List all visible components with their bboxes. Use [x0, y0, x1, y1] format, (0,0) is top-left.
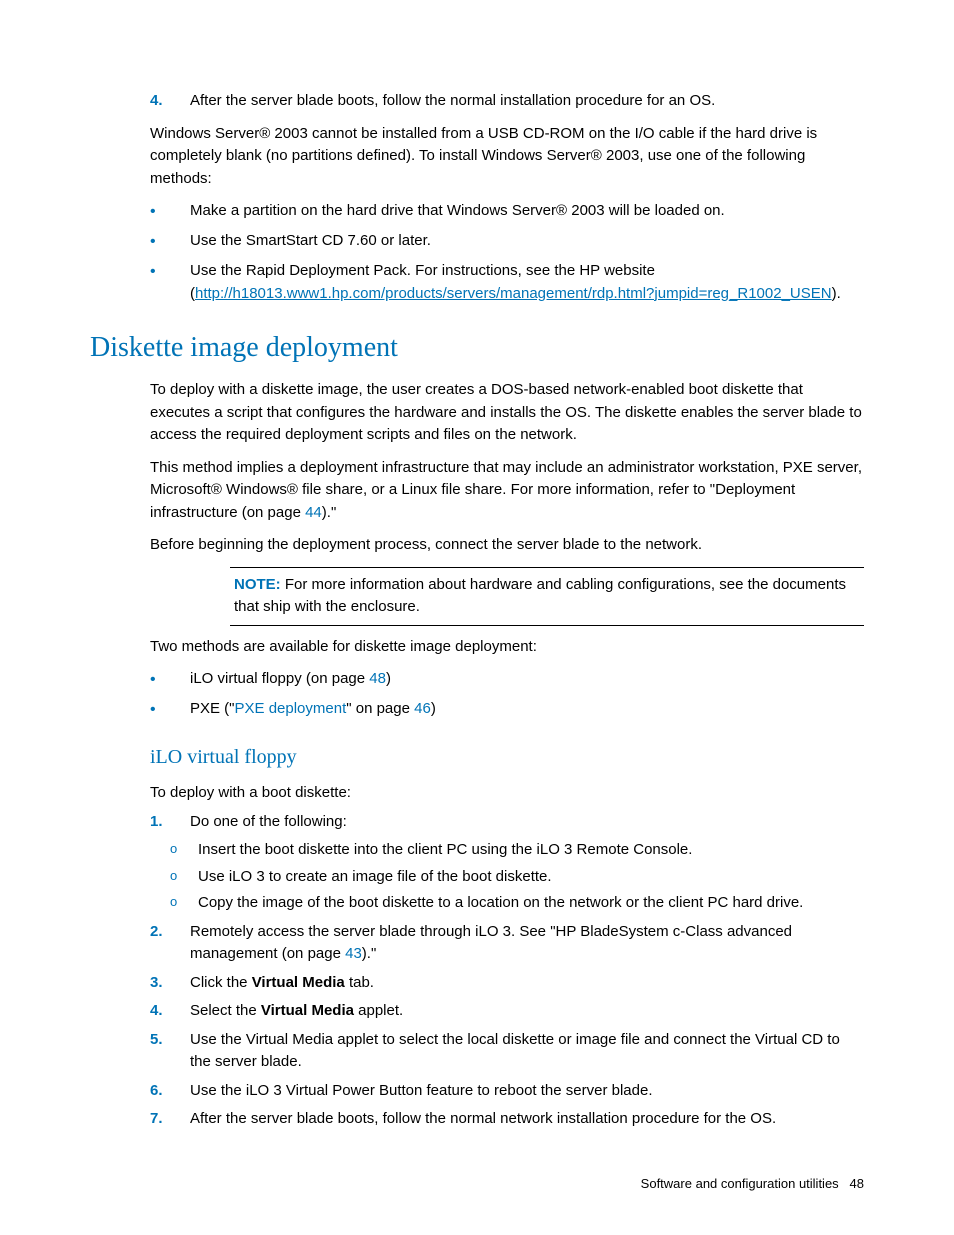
step-6: 6. Use the iLO 3 Virtual Power Button fe… [150, 1080, 864, 1103]
note-box: NOTE: For more information about hardwar… [230, 567, 864, 626]
step-number: 5. [150, 1029, 190, 1074]
step-3: 3. Click the Virtual Media tab. [150, 972, 864, 995]
bullet-icon: • [150, 200, 190, 224]
bullet-text: Use the Rapid Deployment Pack. For instr… [190, 260, 864, 305]
pxe-deployment-link[interactable]: PXE deployment [235, 700, 347, 717]
text-pre: PXE (" [190, 700, 235, 717]
step-text: Click the Virtual Media tab. [190, 972, 864, 995]
text-end: ) [431, 700, 436, 717]
heading-diskette-deployment: Diskette image deployment [90, 327, 864, 369]
circle-icon: o [170, 866, 198, 889]
substep-1a: o Insert the boot diskette into the clie… [170, 839, 864, 862]
text-pre: Click the [190, 974, 252, 991]
step-number: 4. [150, 1000, 190, 1023]
step-number: 2. [150, 921, 190, 966]
step-number: 1. [150, 811, 190, 834]
step-text: Remotely access the server blade through… [190, 921, 864, 966]
paragraph-diskette-1: To deploy with a diskette image, the use… [150, 379, 864, 447]
bullet-rapid-deployment: • Use the Rapid Deployment Pack. For ins… [150, 260, 864, 305]
step-text: Use the iLO 3 Virtual Power Button featu… [190, 1080, 864, 1103]
note-label: NOTE: [234, 576, 281, 593]
text-post: applet. [354, 1002, 403, 1019]
bullet-pxe: • PXE ("PXE deployment" on page 46) [150, 698, 864, 722]
step-number: 6. [150, 1080, 190, 1103]
substep-text: Copy the image of the boot diskette to a… [198, 892, 803, 915]
text-post: )." [322, 504, 337, 521]
step-7: 7. After the server blade boots, follow … [150, 1108, 864, 1131]
step-text: Select the Virtual Media applet. [190, 1000, 864, 1023]
text-pre: Select the [190, 1002, 261, 1019]
page-link-46[interactable]: 46 [414, 700, 431, 717]
step-5: 5. Use the Virtual Media applet to selec… [150, 1029, 864, 1074]
body-content: 4. After the server blade boots, follow … [150, 90, 864, 1131]
bullet-text: iLO virtual floppy (on page 48) [190, 668, 864, 692]
substep-1b: o Use iLO 3 to create an image file of t… [170, 866, 864, 889]
note-text: For more information about hardware and … [234, 576, 846, 616]
bullet-smartstart: • Use the SmartStart CD 7.60 or later. [150, 230, 864, 254]
bullet-icon: • [150, 230, 190, 254]
substep-1c: o Copy the image of the boot diskette to… [170, 892, 864, 915]
document-page: 4. After the server blade boots, follow … [0, 0, 954, 1235]
step-text: After the server blade boots, follow the… [190, 1108, 864, 1131]
bullet-text: PXE ("PXE deployment" on page 46) [190, 698, 864, 722]
heading-ilo-floppy: iLO virtual floppy [150, 742, 864, 772]
paragraph-diskette-2: This method implies a deployment infrast… [150, 457, 864, 525]
bullet-text: Use the SmartStart CD 7.60 or later. [190, 230, 864, 254]
bold-text: Virtual Media [261, 1002, 354, 1019]
text-post: )." [362, 945, 377, 962]
paragraph-ilo-intro: To deploy with a boot diskette: [150, 782, 864, 805]
rdp-link[interactable]: http://h18013.www1.hp.com/products/serve… [195, 285, 832, 302]
circle-icon: o [170, 892, 198, 915]
step-4: 4. Select the Virtual Media applet. [150, 1000, 864, 1023]
substep-text: Use iLO 3 to create an image file of the… [198, 866, 552, 889]
step-number: 7. [150, 1108, 190, 1131]
bold-text: Virtual Media [252, 974, 345, 991]
bullet-partition: • Make a partition on the hard drive tha… [150, 200, 864, 224]
paragraph-two-methods: Two methods are available for diskette i… [150, 636, 864, 659]
step-number: 3. [150, 972, 190, 995]
bullet-icon: • [150, 260, 190, 305]
step-4-top: 4. After the server blade boots, follow … [150, 90, 864, 113]
step-number: 4. [150, 90, 190, 113]
text-pre: Remotely access the server blade through… [190, 923, 792, 963]
page-footer: Software and configuration utilities 48 [641, 1174, 864, 1194]
step-text: Do one of the following: [190, 811, 864, 834]
text-pre: iLO virtual floppy (on page [190, 670, 369, 687]
substep-text: Insert the boot diskette into the client… [198, 839, 692, 862]
paragraph-before-deploy: Before beginning the deployment process,… [150, 534, 864, 557]
page-link-43[interactable]: 43 [345, 945, 362, 962]
step-1: 1. Do one of the following: [150, 811, 864, 834]
step-text: After the server blade boots, follow the… [190, 90, 864, 113]
footer-text: Software and configuration utilities [641, 1176, 839, 1191]
page-link-44[interactable]: 44 [305, 504, 322, 521]
text-post: ) [386, 670, 391, 687]
text-post: ). [832, 285, 841, 302]
step-text: Use the Virtual Media applet to select t… [190, 1029, 864, 1074]
footer-page-number: 48 [850, 1176, 864, 1191]
circle-icon: o [170, 839, 198, 862]
bullet-icon: • [150, 698, 190, 722]
text-pre: This method implies a deployment infrast… [150, 459, 862, 521]
step-2: 2. Remotely access the server blade thro… [150, 921, 864, 966]
bullet-icon: • [150, 668, 190, 692]
bullet-text: Make a partition on the hard drive that … [190, 200, 864, 224]
text-post: tab. [345, 974, 374, 991]
page-link-48[interactable]: 48 [369, 670, 386, 687]
paragraph-ws2003: Windows Server® 2003 cannot be installed… [150, 123, 864, 191]
text-mid: " on page [346, 700, 414, 717]
bullet-ilo-floppy: • iLO virtual floppy (on page 48) [150, 668, 864, 692]
